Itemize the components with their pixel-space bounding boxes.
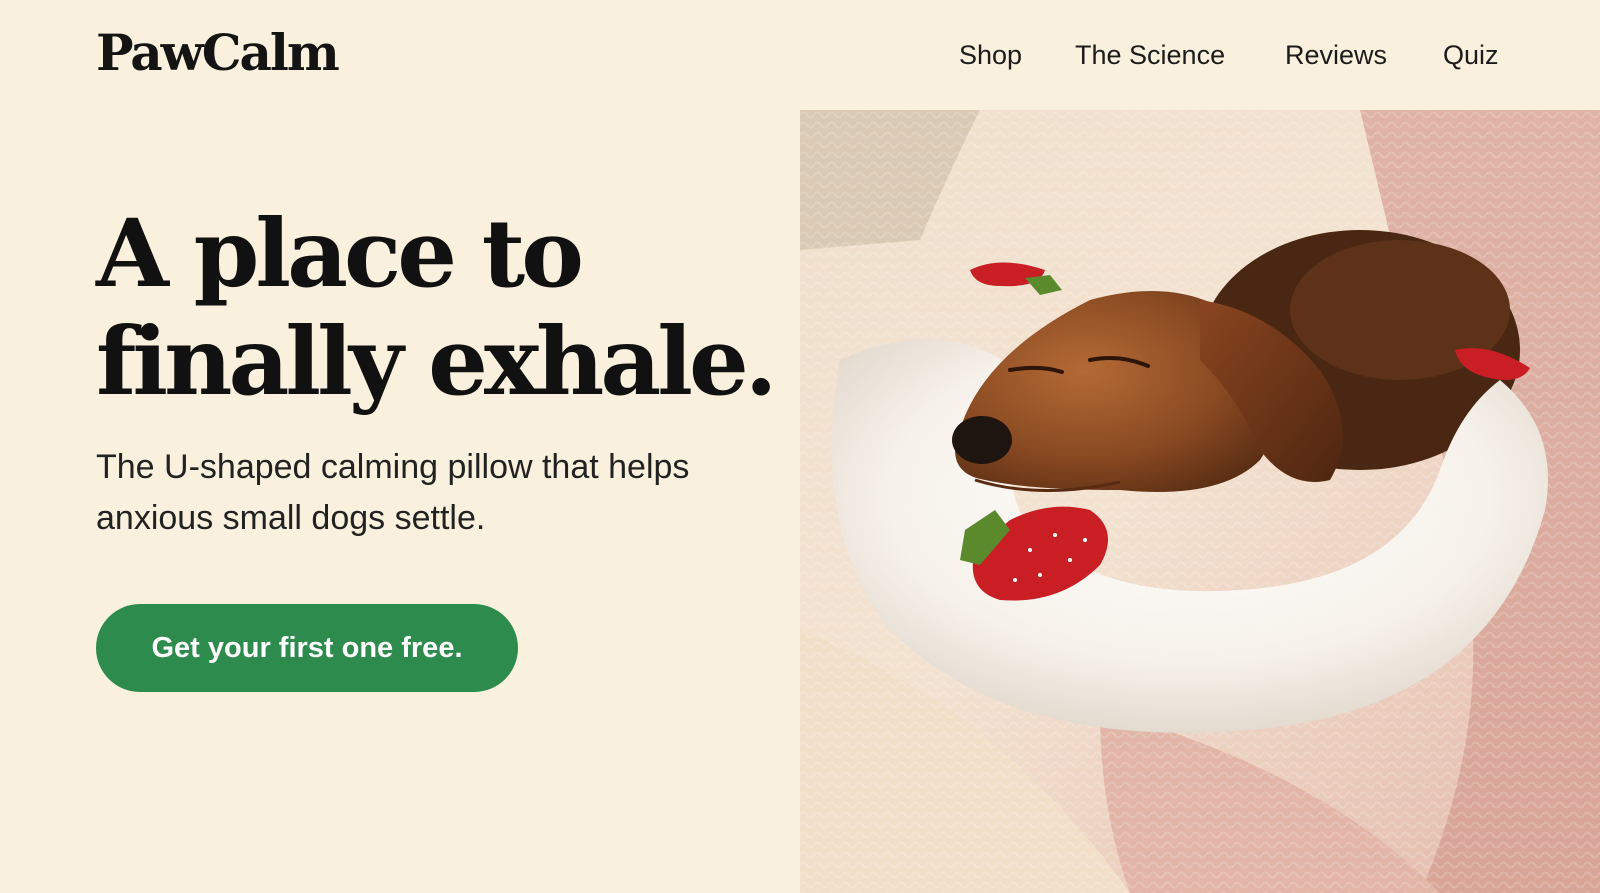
dog-nose bbox=[952, 416, 1012, 464]
hero-subheadline: The U-shaped calming pillow that helps a… bbox=[96, 448, 690, 537]
hero-headline: A place to finally exhale. bbox=[96, 200, 796, 416]
nav-item-quiz[interactable]: Quiz bbox=[1443, 36, 1499, 74]
get-first-free-button[interactable]: Get your first one free. bbox=[96, 604, 518, 692]
dog-on-pillow-illustration bbox=[800, 110, 1600, 893]
brand-logo[interactable]: PawCalm bbox=[96, 22, 340, 84]
nav-item-reviews[interactable]: Reviews bbox=[1285, 36, 1387, 74]
hero-copy: A place to finally exhale. The U-shaped … bbox=[96, 200, 796, 544]
site-header: PawCalm Shop The Science Reviews Quiz bbox=[0, 0, 1600, 110]
hero-photo bbox=[800, 110, 1600, 893]
nav-item-the-science[interactable]: The Science bbox=[1075, 36, 1225, 74]
headline-line-2: finally exhale. bbox=[96, 307, 777, 417]
headline-line-1: A place to bbox=[96, 199, 584, 309]
nav-item-shop[interactable]: Shop bbox=[959, 36, 1022, 74]
